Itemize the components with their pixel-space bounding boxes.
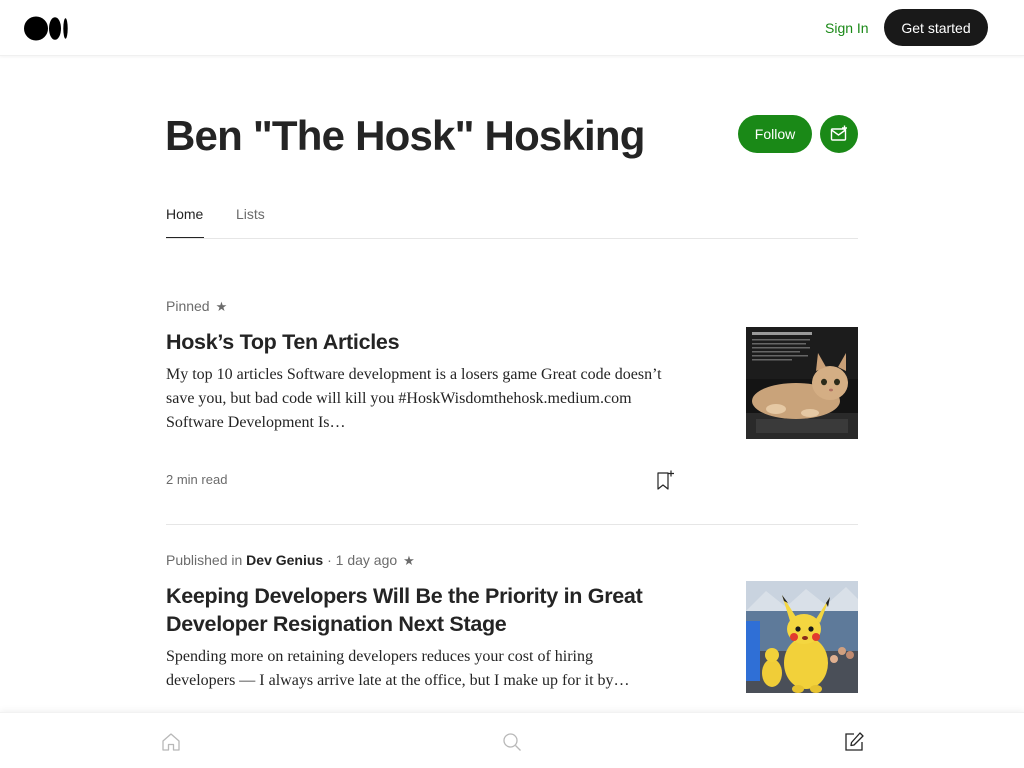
- search-icon[interactable]: [501, 731, 523, 753]
- star-icon: ★: [403, 553, 415, 568]
- article-title[interactable]: Hosk’s Top Ten Articles: [166, 328, 666, 356]
- article-image: [746, 327, 858, 439]
- article-subtitle[interactable]: My top 10 articles Software development …: [166, 363, 666, 435]
- follow-button[interactable]: Follow: [738, 115, 812, 153]
- subscribe-button[interactable]: [820, 115, 858, 153]
- pinned-label: Pinned ★: [166, 297, 227, 316]
- article-date: · 1 day ago: [327, 552, 398, 568]
- published-in-text: Published in: [166, 552, 243, 568]
- medium-logo-icon[interactable]: [24, 16, 68, 41]
- publication-link[interactable]: Dev Genius: [246, 552, 323, 568]
- mail-plus-icon: [830, 125, 847, 141]
- publication-meta: Published in Dev Genius · 1 day ago ★: [166, 551, 415, 570]
- home-icon[interactable]: [160, 731, 182, 753]
- article-title[interactable]: Keeping Developers Will Be the Priority …: [166, 582, 666, 638]
- pinned-text: Pinned: [166, 298, 210, 314]
- tab-home[interactable]: Home: [166, 205, 203, 223]
- article-subtitle[interactable]: Spending more on retaining developers re…: [166, 645, 666, 693]
- tab-lists[interactable]: Lists: [236, 205, 265, 223]
- bottom-navigation-bar: [0, 712, 1024, 768]
- bookmark-add-icon[interactable]: [655, 469, 677, 491]
- sign-in-link[interactable]: Sign In: [825, 19, 869, 37]
- profile-tabs: Home Lists: [166, 200, 858, 239]
- article-image: [746, 581, 858, 693]
- pikachu-costume-thumbnail[interactable]: [746, 581, 858, 693]
- star-icon: ★: [215, 299, 228, 314]
- top-navigation-bar: Sign In Get started: [0, 0, 1024, 56]
- cat-on-laptop-thumbnail[interactable]: [746, 327, 858, 439]
- read-time: 2 min read: [166, 472, 228, 487]
- get-started-button[interactable]: Get started: [884, 9, 988, 46]
- author-name-heading: Ben "The Hosk" Hosking: [165, 112, 645, 159]
- active-tab-indicator: [166, 237, 204, 238]
- article-divider: [166, 524, 858, 525]
- write-icon[interactable]: [843, 731, 865, 753]
